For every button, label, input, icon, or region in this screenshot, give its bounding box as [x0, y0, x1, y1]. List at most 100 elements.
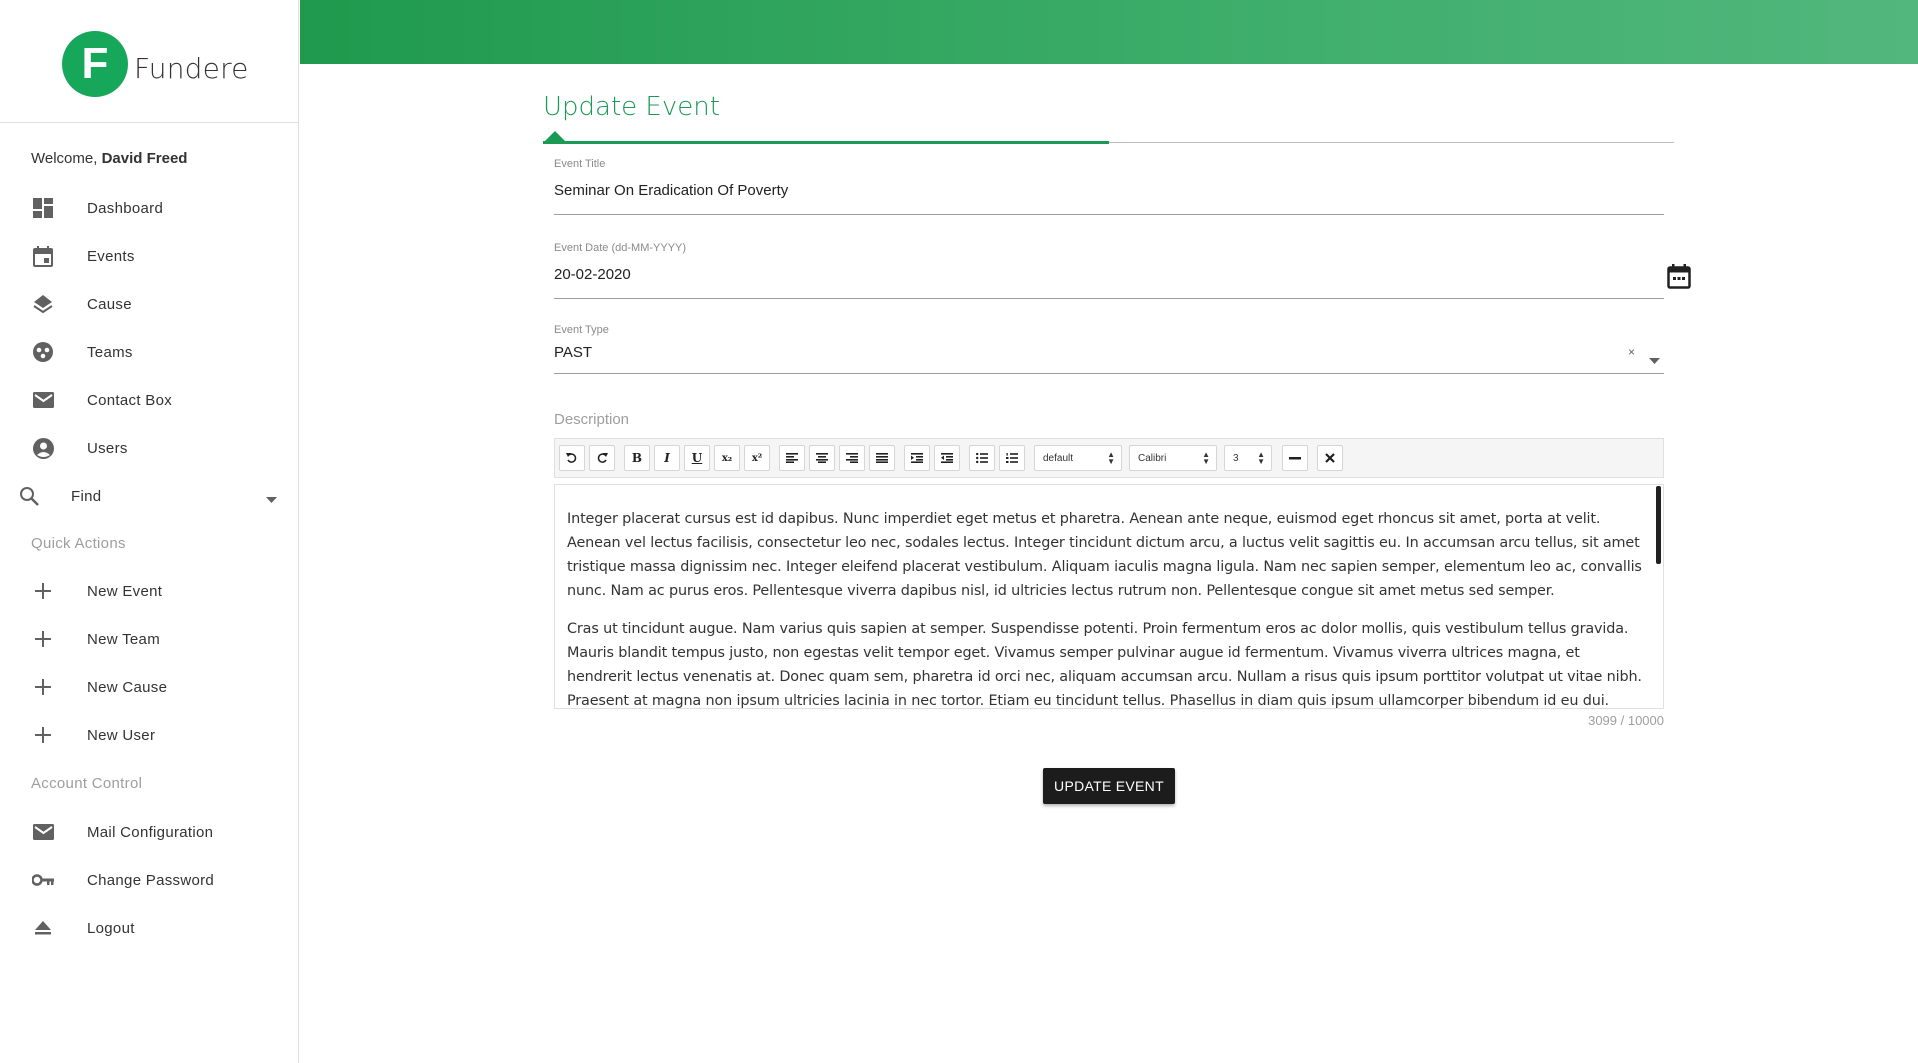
update-event-button[interactable]: UPDATE EVENT: [1043, 768, 1175, 804]
brand-logo[interactable]: F: [62, 31, 128, 97]
updown-icon: ▲ ▼: [1202, 450, 1210, 466]
align-justify-button[interactable]: [869, 445, 895, 471]
italic-button[interactable]: I: [654, 445, 680, 471]
undo-button[interactable]: [559, 445, 585, 471]
event-date-input[interactable]: 20-02-2020: [554, 266, 1664, 283]
clear-format-button[interactable]: [1317, 445, 1343, 471]
subscript-button[interactable]: x₂: [714, 445, 740, 471]
sidebar-item-teams[interactable]: Teams: [0, 332, 298, 372]
account-control-heading: Account Control: [31, 775, 143, 792]
sidebar-item-events[interactable]: Events: [0, 236, 298, 276]
sidebar-item-label: Teams: [87, 343, 133, 361]
superscript-button[interactable]: x²: [744, 445, 770, 471]
event-title-field[interactable]: Event Title Seminar On Eradication Of Po…: [554, 158, 1664, 216]
indent-button[interactable]: [904, 445, 930, 471]
mail-icon: [31, 820, 55, 844]
description-paragraph: Integer placerat cursus est id dapibus. …: [567, 511, 1642, 599]
mail-icon: [31, 388, 55, 412]
brand-name[interactable]: Fundere: [134, 52, 249, 85]
event-type-value[interactable]: PAST: [554, 344, 1664, 361]
sidebar-item-logout[interactable]: Logout: [0, 908, 298, 948]
bullet-list-button[interactable]: [969, 445, 995, 471]
brand-header: F Fundere: [0, 0, 298, 123]
event-date-label: Event Date (dd-MM-YYYY): [554, 242, 687, 254]
calendar-icon: [31, 244, 55, 268]
font-size-select[interactable]: 3 ▲ ▼: [1224, 445, 1272, 471]
font-family-select[interactable]: Calibri ▲ ▼: [1129, 445, 1217, 471]
updown-icon: ▲ ▼: [1107, 450, 1115, 466]
sidebar-item-label: Mail Configuration: [87, 823, 214, 841]
align-left-button[interactable]: [779, 445, 805, 471]
updown-icon: ▲ ▼: [1257, 450, 1265, 466]
font-size-value: 3: [1233, 452, 1239, 464]
horizontal-rule-button[interactable]: [1282, 445, 1308, 471]
dashboard-icon: [31, 196, 55, 220]
sidebar-item-label: Cause: [87, 295, 132, 313]
align-right-button[interactable]: [839, 445, 865, 471]
character-counter: 3099 / 10000: [1588, 713, 1664, 728]
sidebar-item-new-user[interactable]: New User: [0, 715, 298, 755]
chevron-down-icon[interactable]: [266, 490, 277, 508]
sidebar-item-cause[interactable]: Cause: [0, 284, 298, 324]
sidebar-item-label: New Team: [87, 630, 160, 648]
underline-button[interactable]: U: [684, 445, 710, 471]
clear-icon[interactable]: ×: [1628, 345, 1635, 359]
plus-icon: [31, 579, 55, 603]
format-style-select[interactable]: default ▲ ▼: [1034, 445, 1122, 471]
sidebar-item-label: Find: [71, 487, 102, 505]
outdent-button[interactable]: [934, 445, 960, 471]
sidebar-item-new-cause[interactable]: New Cause: [0, 667, 298, 707]
sidebar-item-dashboard[interactable]: Dashboard: [0, 188, 298, 228]
sidebar-item-mail-configuration[interactable]: Mail Configuration: [0, 812, 298, 852]
quick-actions-heading: Quick Actions: [31, 535, 126, 552]
sidebar-item-change-password[interactable]: Change Password: [0, 860, 298, 900]
align-center-button[interactable]: [809, 445, 835, 471]
search-icon: [17, 484, 41, 508]
event-title-underline: [554, 214, 1664, 215]
sidebar-item-label: Events: [87, 247, 135, 265]
sidebar-item-contact-box[interactable]: Contact Box: [0, 380, 298, 420]
plus-icon: [31, 675, 55, 699]
account-circle-icon: [31, 436, 55, 460]
bold-button[interactable]: B: [624, 445, 650, 471]
welcome-text: Welcome, David Freed: [31, 150, 187, 167]
sidebar-item-label: Contact Box: [87, 391, 173, 409]
sidebar-item-label: New User: [87, 726, 156, 744]
key-icon: [31, 868, 55, 892]
layers-icon: [31, 292, 55, 316]
sidebar-item-label: New Cause: [87, 678, 168, 696]
plus-icon: [31, 627, 55, 651]
sidebar-item-find[interactable]: Find: [0, 476, 298, 516]
numbered-list-button[interactable]: [999, 445, 1025, 471]
description-editor[interactable]: Integer placerat cursus est id dapibus. …: [554, 484, 1664, 709]
editor-scrollbar[interactable]: [1656, 486, 1661, 564]
top-app-bar: [300, 0, 1918, 64]
event-type-underline: [554, 373, 1664, 374]
event-title-input[interactable]: Seminar On Eradication Of Poverty: [554, 182, 1664, 199]
eject-icon: [31, 916, 55, 940]
event-type-label: Event Type: [554, 324, 609, 336]
user-name: David Freed: [101, 150, 188, 167]
sidebar-item-new-event[interactable]: New Event: [0, 571, 298, 611]
calendar-icon[interactable]: [1667, 264, 1693, 290]
plus-icon: [31, 723, 55, 747]
sidebar-item-label: New Event: [87, 582, 163, 600]
sidebar-item-new-team[interactable]: New Team: [0, 619, 298, 659]
event-type-select[interactable]: Event Type PAST: [554, 324, 1664, 374]
sidebar-item-label: Logout: [87, 919, 135, 937]
font-family-value: Calibri: [1138, 452, 1167, 464]
sidebar-item-label: Change Password: [87, 871, 215, 889]
page-title: Update Event: [543, 92, 720, 122]
sidebar-item-label: Dashboard: [87, 199, 164, 217]
title-divider-active: [543, 141, 1109, 144]
sidebar-item-users[interactable]: Users: [0, 428, 298, 468]
event-date-underline: [554, 298, 1664, 299]
team-icon: [31, 340, 55, 364]
chevron-down-icon[interactable]: [1649, 351, 1660, 369]
editor-toolbar: B I U x₂ x² default ▲ ▼ Calibri ▲ ▼ 3 ▲ ▼: [554, 438, 1664, 478]
redo-button[interactable]: [589, 445, 615, 471]
event-date-field[interactable]: Event Date (dd-MM-YYYY) 20-02-2020: [554, 242, 1664, 300]
description-label: Description: [554, 411, 630, 428]
welcome-prefix: Welcome,: [31, 150, 98, 167]
sidebar-item-label: Users: [87, 439, 128, 457]
